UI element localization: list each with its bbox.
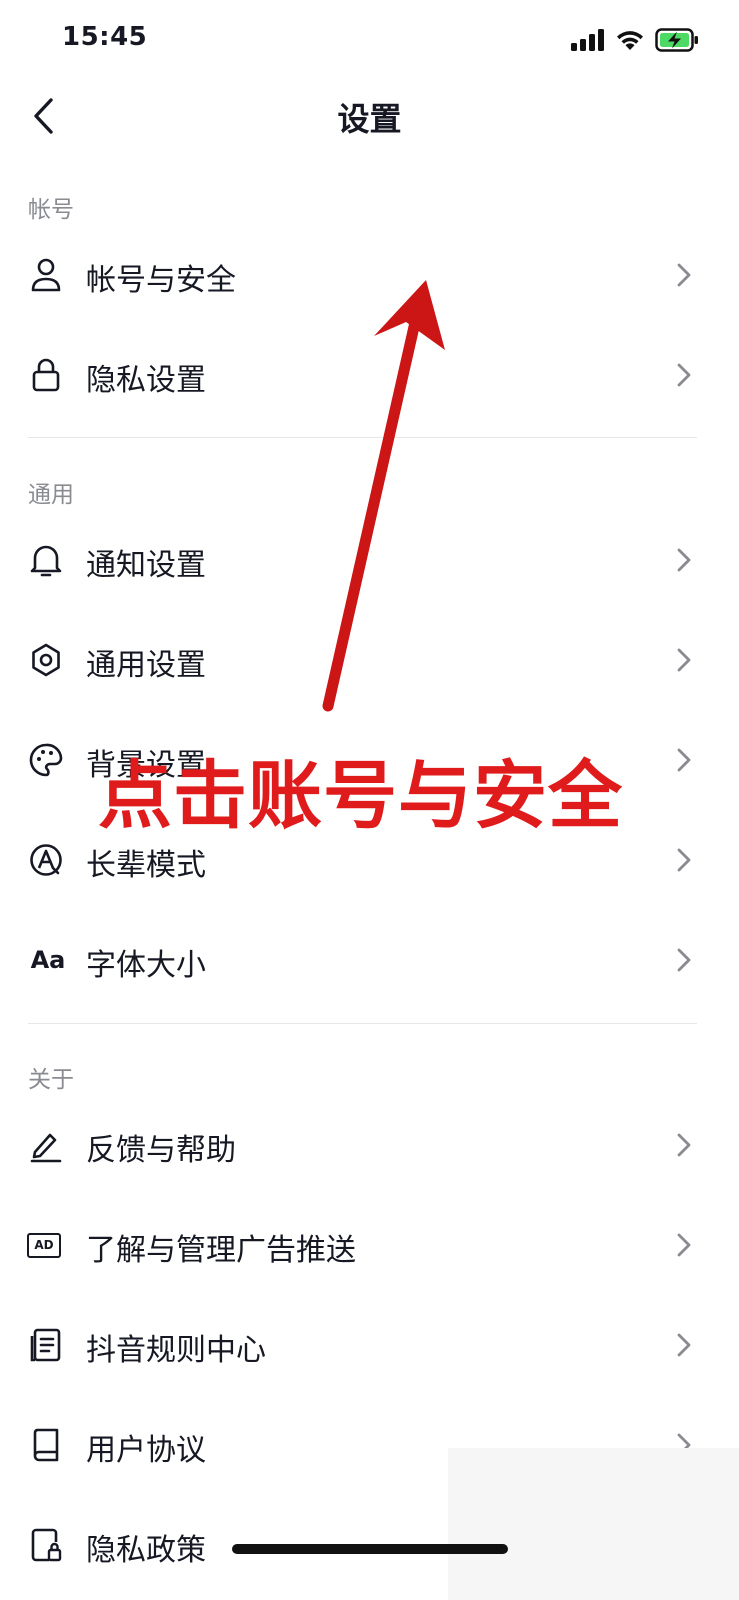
home-indicator[interactable] bbox=[232, 1544, 508, 1554]
watermark-area bbox=[448, 1448, 739, 1600]
annotation-text: 点击账号与安全 bbox=[98, 753, 623, 839]
